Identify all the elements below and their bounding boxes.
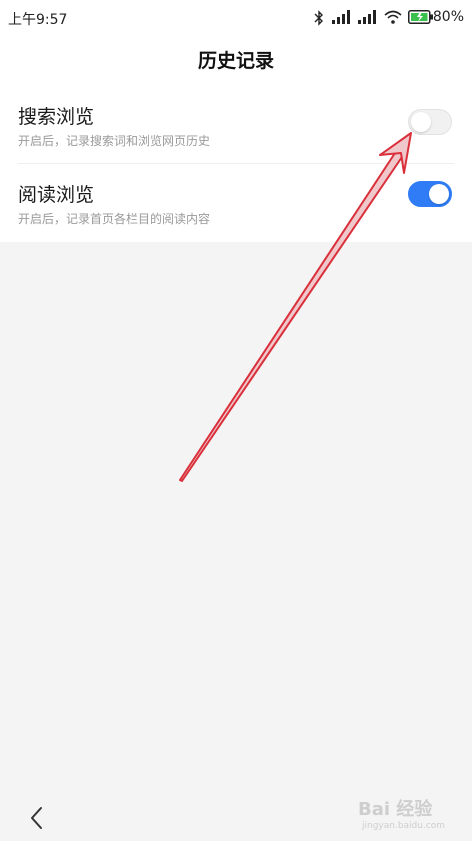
setting-title: 阅读浏览 (18, 184, 95, 206)
bottom-nav-bar: Bai 经验 jingyan.baidu.com (0, 791, 472, 841)
bluetooth-icon (314, 10, 323, 26)
setting-row-reading-browsing: 阅读浏览 开启后，记录首页各栏目的阅读内容 (0, 164, 472, 242)
setting-row-search-browsing: 搜索浏览 开启后，记录搜索词和浏览网页历史 (0, 86, 472, 164)
battery-charging-icon (408, 10, 433, 24)
wifi-icon (384, 10, 402, 24)
reading-browsing-toggle[interactable] (408, 181, 452, 207)
setting-description: 开启后，记录首页各栏目的阅读内容 (18, 212, 211, 226)
watermark: Bai 经验 jingyan.baidu.com (358, 795, 448, 837)
setting-title: 搜索浏览 (18, 106, 95, 128)
toggle-knob (411, 112, 431, 132)
chevron-left-icon[interactable] (22, 803, 52, 833)
setting-description: 开启后，记录搜索词和浏览网页历史 (18, 134, 211, 148)
status-bar: 上午9:57 80% (0, 0, 472, 36)
watermark-sub: jingyan.baidu.com (362, 821, 446, 831)
page-header: 历史记录 (0, 36, 472, 86)
status-time: 上午9:57 (8, 12, 68, 28)
page-title: 历史记录 (197, 50, 274, 72)
status-icons: 80% (302, 0, 472, 36)
signal-icon (332, 10, 350, 24)
toggle-knob (429, 184, 449, 204)
settings-list: 搜索浏览 开启后，记录搜索词和浏览网页历史 阅读浏览 开启后，记录首页各栏目的阅… (0, 86, 472, 242)
watermark-main: Bai 经验 (358, 799, 433, 820)
search-browsing-toggle[interactable] (408, 109, 452, 135)
battery-percent: 80% (432, 9, 464, 25)
signal-icon (358, 10, 376, 24)
